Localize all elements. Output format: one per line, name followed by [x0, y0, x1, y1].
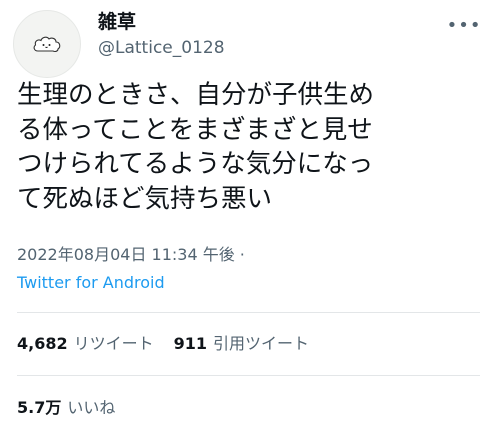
more-options-button[interactable]: •••	[446, 10, 480, 40]
tweet-text: 生理のときさ、自分が子供生め る体ってことをまざまざと見せ つけられてるような気…	[17, 80, 375, 214]
divider	[17, 312, 480, 313]
retweets-stat[interactable]: 4,682 リツイート	[17, 333, 154, 355]
likes-count: 5.7万	[17, 398, 62, 417]
quote-tweets-count: 911	[173, 334, 208, 353]
avatar[interactable]	[13, 10, 81, 78]
likes-stat[interactable]: 5.7万 いいね	[17, 397, 115, 419]
more-horizontal-icon: •••	[446, 14, 480, 36]
cloud-face-icon	[33, 36, 61, 53]
tweet-timestamp[interactable]: 2022年08月04日 11:34 午後 ·	[17, 244, 245, 266]
author-handle[interactable]: @Lattice_0128	[98, 37, 225, 59]
quote-tweets-label: 引用ツイート	[213, 334, 310, 353]
retweets-count: 4,682	[17, 334, 68, 353]
tweet-source-link[interactable]: Twitter for Android	[17, 272, 165, 294]
quote-tweets-stat[interactable]: 911 引用ツイート	[174, 333, 309, 355]
divider	[17, 375, 480, 376]
engagement-stats: 4,682 リツイート 911 引用ツイート	[17, 333, 309, 355]
retweets-label: リツイート	[73, 334, 154, 353]
likes-label: いいね	[67, 398, 116, 417]
author-name[interactable]: 雑草	[98, 10, 136, 34]
